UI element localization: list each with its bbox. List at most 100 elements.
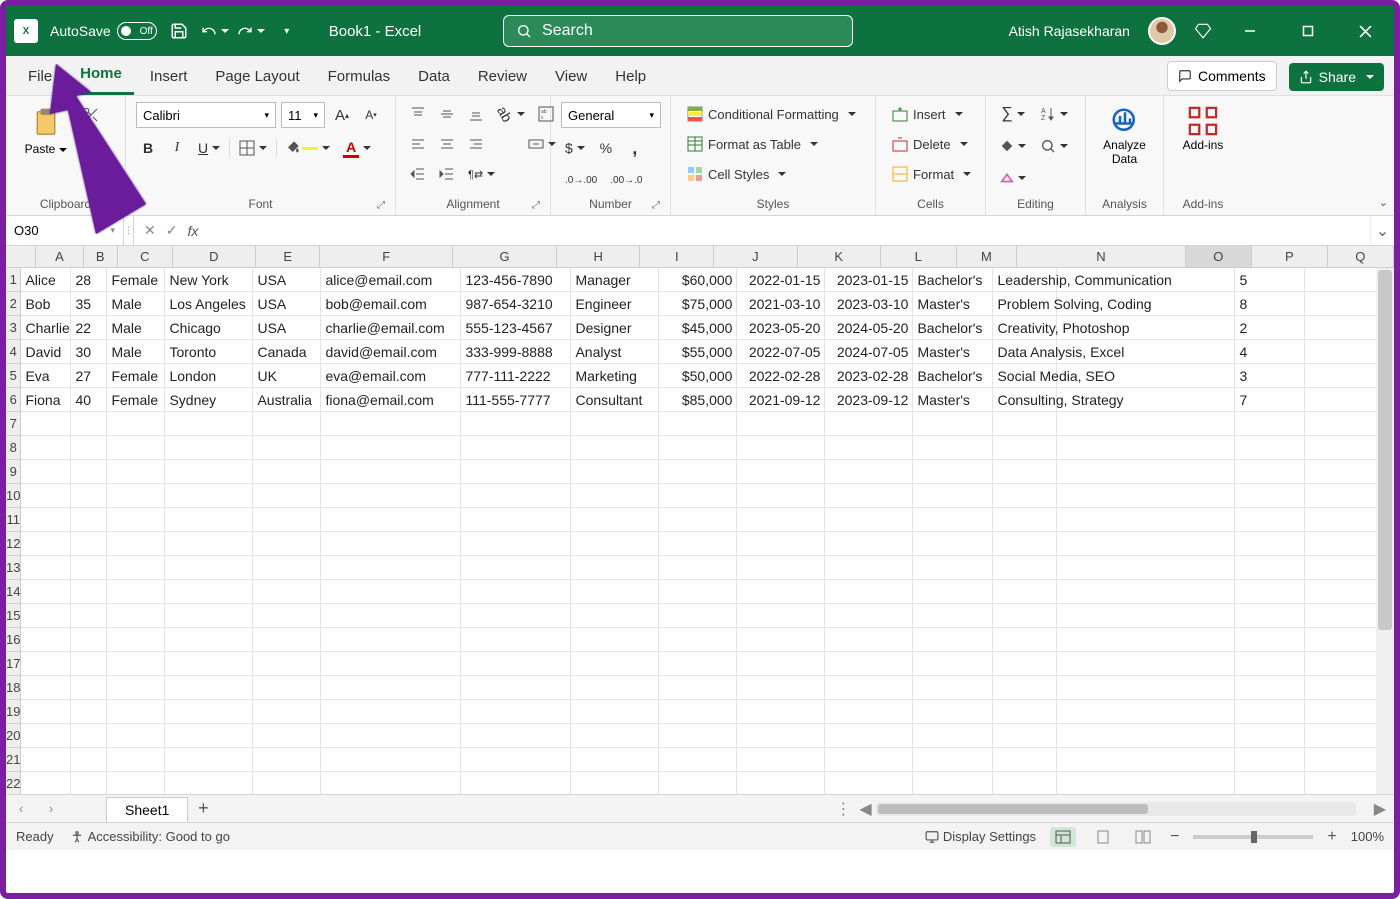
cell[interactable] xyxy=(461,724,571,747)
cell[interactable] xyxy=(1235,772,1305,794)
launcher-icon[interactable]: ⤢ xyxy=(652,200,660,211)
row-header[interactable]: 5 xyxy=(6,364,20,388)
cell[interactable] xyxy=(1057,604,1235,627)
cell[interactable] xyxy=(21,700,71,723)
column-header[interactable]: E xyxy=(256,246,320,267)
align-top-icon[interactable] xyxy=(406,102,430,126)
cell[interactable] xyxy=(1057,532,1235,555)
cell[interactable] xyxy=(825,700,913,723)
decrease-indent-icon[interactable] xyxy=(406,162,430,186)
cell[interactable] xyxy=(253,436,321,459)
cell[interactable] xyxy=(1305,556,1385,579)
cell[interactable] xyxy=(21,772,71,794)
cell[interactable] xyxy=(321,412,461,435)
align-middle-icon[interactable] xyxy=(435,102,459,126)
cell[interactable] xyxy=(1235,700,1305,723)
cell[interactable] xyxy=(571,556,659,579)
cell[interactable]: Manager xyxy=(571,268,659,291)
fx-icon[interactable]: fx xyxy=(187,223,198,239)
cell[interactable] xyxy=(21,436,71,459)
cell[interactable]: Female xyxy=(107,388,165,411)
cell[interactable]: Bachelor's xyxy=(913,364,993,387)
cell[interactable] xyxy=(461,748,571,771)
cell[interactable] xyxy=(21,532,71,555)
decrease-decimal-icon[interactable]: .00→.0 xyxy=(606,168,646,192)
cell[interactable] xyxy=(825,412,913,435)
cell[interactable] xyxy=(165,748,253,771)
hscroll-right-icon[interactable]: ▶ xyxy=(1374,799,1386,819)
clear-button[interactable] xyxy=(996,166,1030,190)
cell[interactable] xyxy=(461,628,571,651)
normal-view-icon[interactable] xyxy=(1050,827,1076,847)
cell[interactable]: Eva xyxy=(21,364,71,387)
cell[interactable] xyxy=(253,412,321,435)
cell[interactable] xyxy=(71,532,107,555)
cell-styles-button[interactable]: Cell Styles xyxy=(681,162,792,186)
row-header[interactable]: 18 xyxy=(6,676,20,700)
undo-button[interactable] xyxy=(201,17,229,45)
bold-button[interactable]: B xyxy=(136,136,160,160)
cell[interactable]: Data Analysis, Excel xyxy=(993,340,1057,363)
name-box[interactable]: O30▾ xyxy=(6,216,124,245)
cell[interactable] xyxy=(825,436,913,459)
cell[interactable]: 3 xyxy=(1235,364,1305,387)
cell[interactable] xyxy=(825,508,913,531)
row-header[interactable]: 13 xyxy=(6,556,20,580)
cell[interactable] xyxy=(659,556,737,579)
cell[interactable] xyxy=(461,484,571,507)
cell[interactable] xyxy=(913,676,993,699)
cell[interactable] xyxy=(321,556,461,579)
cell[interactable] xyxy=(1235,652,1305,675)
cell[interactable] xyxy=(571,508,659,531)
cell[interactable]: Bob xyxy=(21,292,71,315)
cell[interactable] xyxy=(913,700,993,723)
cell[interactable] xyxy=(659,460,737,483)
cell[interactable]: 333-999-8888 xyxy=(461,340,571,363)
cell[interactable] xyxy=(913,580,993,603)
cell[interactable] xyxy=(71,700,107,723)
cell[interactable]: bob@email.com xyxy=(321,292,461,315)
tab-formulas[interactable]: Formulas xyxy=(316,60,403,95)
cell[interactable] xyxy=(71,652,107,675)
cell[interactable] xyxy=(1057,772,1235,794)
cell[interactable] xyxy=(1057,460,1235,483)
cell[interactable]: Australia xyxy=(253,388,321,411)
cell[interactable] xyxy=(461,772,571,794)
cell[interactable] xyxy=(1305,364,1385,387)
launcher-icon[interactable]: ⤢ xyxy=(532,200,540,211)
cell[interactable] xyxy=(321,484,461,507)
cell[interactable] xyxy=(1057,748,1235,771)
cell[interactable] xyxy=(1305,628,1385,651)
cell[interactable]: Female xyxy=(107,364,165,387)
number-format-select[interactable]: General▾ xyxy=(561,102,661,128)
row-header[interactable]: 1 xyxy=(6,268,20,292)
tab-review[interactable]: Review xyxy=(466,60,539,95)
cell[interactable]: Master's xyxy=(913,340,993,363)
cell[interactable]: 2021-09-12 xyxy=(737,388,825,411)
row-header[interactable]: 10 xyxy=(6,484,20,508)
user-name[interactable]: Atish Rajasekharan xyxy=(1009,23,1130,39)
find-select-button[interactable] xyxy=(1036,134,1072,158)
cell[interactable] xyxy=(825,628,913,651)
cell[interactable]: Alice xyxy=(21,268,71,291)
cell[interactable] xyxy=(737,748,825,771)
cell[interactable] xyxy=(461,700,571,723)
cell[interactable]: Leadership, Communication xyxy=(993,268,1057,291)
cell[interactable] xyxy=(321,436,461,459)
cell[interactable] xyxy=(993,676,1057,699)
horizontal-scrollbar[interactable] xyxy=(876,802,1356,816)
cell[interactable]: New York xyxy=(165,268,253,291)
paste-button[interactable]: Paste xyxy=(16,102,76,160)
cell[interactable] xyxy=(165,772,253,794)
cell[interactable] xyxy=(107,652,165,675)
cell[interactable] xyxy=(737,532,825,555)
cell[interactable] xyxy=(1235,436,1305,459)
cell[interactable] xyxy=(21,724,71,747)
cell[interactable] xyxy=(659,484,737,507)
cell[interactable] xyxy=(321,772,461,794)
cell[interactable] xyxy=(253,772,321,794)
font-family-select[interactable]: Calibri▾ xyxy=(136,102,276,128)
cell[interactable]: 28 xyxy=(71,268,107,291)
row-header[interactable]: 22 xyxy=(6,772,20,794)
cell[interactable] xyxy=(165,556,253,579)
